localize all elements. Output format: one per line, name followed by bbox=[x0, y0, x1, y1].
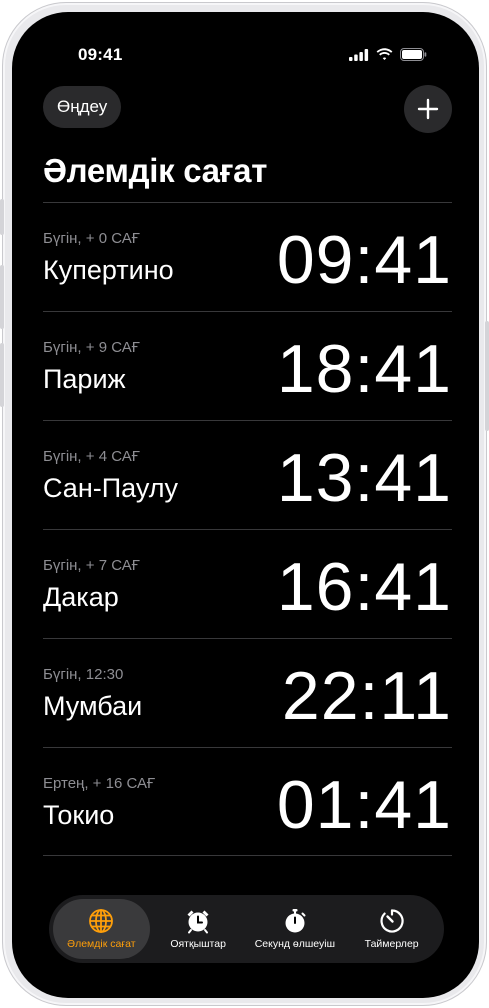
local-time: 13:41 bbox=[276, 440, 452, 516]
city-name: Купертино bbox=[43, 255, 174, 285]
world-clock-list: Бүгін, + 0 САҒ Купертино 09:41 Бүгін, + … bbox=[43, 202, 452, 856]
tab-bar: Әлемдік сағат Оятқыштар Секунд өлшеуіш Т… bbox=[49, 895, 444, 963]
clock-row[interactable]: Ертең, + 16 САҒ Токио 01:41 bbox=[43, 747, 452, 856]
tab-label: Әлемдік сағат bbox=[67, 938, 136, 950]
time-offset: Бүгін, + 7 САҒ bbox=[43, 557, 140, 574]
battery-icon bbox=[400, 48, 427, 61]
tab-stopwatch[interactable]: Секунд өлшеуіш bbox=[247, 899, 344, 959]
phone-frame: 09:41 Өңдеу Әлемдік сағат Бүгін, + 0 САҒ… bbox=[0, 2, 489, 1006]
time-offset: Бүгін, + 9 САҒ bbox=[43, 339, 140, 356]
time-offset: Бүгін, + 0 САҒ bbox=[43, 230, 140, 247]
tab-label: Секунд өлшеуіш bbox=[254, 938, 336, 950]
local-time: 01:41 bbox=[276, 767, 452, 843]
time-offset: Ертең, + 16 САҒ bbox=[43, 775, 156, 792]
city-name: Сан-Паулу bbox=[43, 473, 178, 503]
clock-row[interactable]: Бүгін, + 4 САҒ Сан-Паулу 13:41 bbox=[43, 420, 452, 529]
clock-row[interactable]: Бүгін, 12:30 Мумбаи 22:11 bbox=[43, 638, 452, 747]
screen: 09:41 Өңдеу Әлемдік сағат Бүгін, + 0 САҒ… bbox=[12, 12, 479, 998]
tab-timers[interactable]: Таймерлер bbox=[343, 899, 440, 959]
volume-up-button bbox=[0, 265, 4, 329]
tab-alarms[interactable]: Оятқыштар bbox=[150, 899, 247, 959]
local-time: 18:41 bbox=[276, 331, 452, 407]
city-name: Токио bbox=[43, 800, 115, 830]
local-time: 09:41 bbox=[276, 222, 452, 298]
status-time: 09:41 bbox=[78, 45, 123, 64]
time-offset: Бүгін, 12:30 bbox=[43, 666, 124, 683]
city-name: Дакар bbox=[43, 582, 119, 612]
status-icons bbox=[349, 48, 427, 61]
cellular-signal-icon bbox=[349, 48, 369, 61]
tab-world-clock[interactable]: Әлемдік сағат bbox=[53, 899, 150, 959]
wifi-icon bbox=[376, 48, 393, 60]
clock-row[interactable]: Бүгін, + 7 САҒ Дакар 16:41 bbox=[43, 529, 452, 638]
clock-row[interactable]: Бүгін, + 9 САҒ Париж 18:41 bbox=[43, 311, 452, 420]
local-time: 22:11 bbox=[281, 658, 452, 734]
plus-icon bbox=[417, 98, 439, 120]
city-name: Париж bbox=[43, 364, 126, 394]
power-button bbox=[485, 321, 489, 431]
mute-switch bbox=[0, 199, 4, 235]
local-time: 16:41 bbox=[276, 549, 452, 625]
page-title: Әлемдік сағат bbox=[43, 152, 268, 189]
time-offset: Бүгін, + 4 САҒ bbox=[43, 448, 140, 465]
clock-row[interactable]: Бүгін, + 0 САҒ Купертино 09:41 bbox=[43, 202, 452, 311]
tab-label: Таймерлер bbox=[364, 938, 419, 950]
edit-button[interactable]: Өңдеу bbox=[43, 86, 122, 128]
add-city-button[interactable] bbox=[404, 85, 452, 133]
stopwatch-icon bbox=[285, 909, 306, 933]
timer-icon bbox=[380, 909, 404, 933]
alarm-clock-icon bbox=[187, 910, 209, 934]
tab-label: Оятқыштар bbox=[170, 938, 226, 950]
city-name: Мумбаи bbox=[43, 691, 143, 721]
globe-icon bbox=[89, 909, 114, 933]
volume-down-button bbox=[0, 343, 4, 407]
